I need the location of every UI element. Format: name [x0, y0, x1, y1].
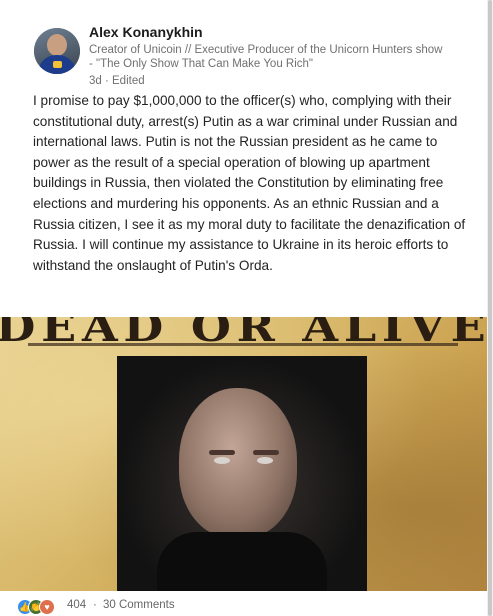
- author-name[interactable]: Alex Konanykhin: [89, 24, 203, 40]
- post-card: Alex Konanykhin Creator of Unicoin // Ex…: [0, 0, 488, 616]
- separator-dot: ·: [93, 599, 97, 611]
- reaction-count[interactable]: 404: [67, 599, 86, 611]
- reactions-stack[interactable]: 👍 👏 ♥: [17, 598, 65, 615]
- scrollbar[interactable]: [487, 0, 493, 616]
- social-counts-bar: 👍 👏 ♥ 404 · 30 Comments: [17, 598, 477, 616]
- author-headline: Creator of Unicoin // Executive Producer…: [89, 44, 443, 70]
- author-avatar[interactable]: [34, 28, 80, 74]
- comments-count-link[interactable]: 30 Comments: [103, 599, 175, 611]
- post-timestamp: 3d · Edited: [89, 75, 145, 87]
- scrollbar-thumb[interactable]: [488, 0, 492, 616]
- love-icon: ♥: [39, 599, 55, 615]
- post-image[interactable]: DEAD OR ALIVE: [0, 317, 487, 591]
- poster-photo: [117, 356, 367, 591]
- poster-divider: [28, 343, 458, 346]
- post-body-text: I promise to pay $1,000,000 to the offic…: [33, 93, 466, 273]
- post-header: Alex Konanykhin Creator of Unicoin // Ex…: [34, 24, 474, 88]
